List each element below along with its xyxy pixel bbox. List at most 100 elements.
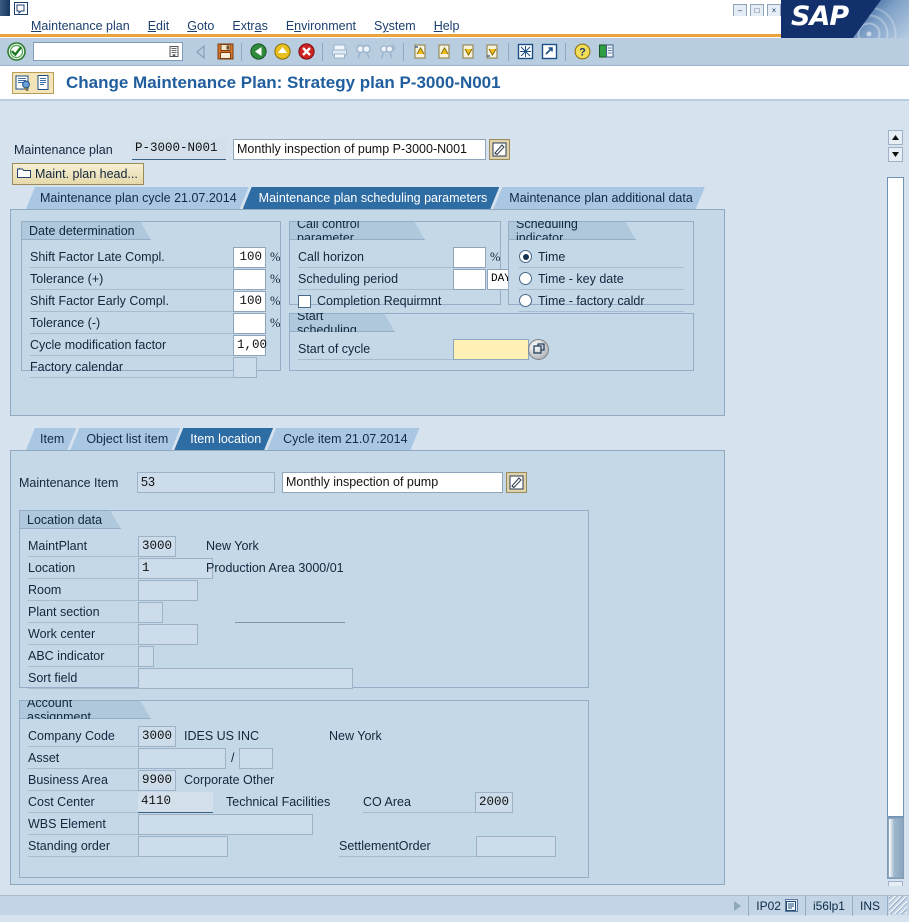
- co-area-label: CO Area: [363, 791, 475, 813]
- shift-factor-early-input[interactable]: 100: [233, 290, 266, 312]
- date-determination-title: Date determination: [21, 221, 151, 240]
- header-scroll-down-button[interactable]: [888, 147, 903, 162]
- menubar[interactable]: Maintenance plan Edit Goto Extras Enviro…: [0, 16, 781, 36]
- factory-calendar-input[interactable]: [233, 356, 257, 378]
- company-code-input[interactable]: 3000: [138, 725, 176, 747]
- maintenance-plan-number-field[interactable]: P-3000-N001: [132, 139, 226, 160]
- resize-grip[interactable]: [889, 896, 907, 914]
- cost-center-input[interactable]: 4110: [138, 791, 213, 813]
- field-tolerance-plus: Tolerance (+) %: [30, 268, 280, 290]
- tab-label: Object list item: [86, 432, 169, 446]
- abc-indicator-input[interactable]: [138, 645, 154, 667]
- help-icon[interactable]: ?: [571, 41, 593, 63]
- menu-help[interactable]: Help: [425, 17, 469, 35]
- scheduling-indicator-title: Scheduling indicator: [508, 221, 636, 240]
- wbs-element-input[interactable]: [138, 813, 313, 835]
- plant-section-input[interactable]: [138, 601, 163, 623]
- screen-title-icons: [12, 71, 54, 94]
- menu-environment[interactable]: Environment: [277, 17, 365, 35]
- content-scrollbar-thumb[interactable]: [888, 818, 903, 878]
- field-completion-requirement: Completion Requirmnt: [298, 290, 441, 312]
- command-field[interactable]: [33, 42, 183, 61]
- save-icon[interactable]: [214, 41, 236, 63]
- shift-factor-late-input[interactable]: 100: [233, 246, 266, 268]
- maintenance-item-description-field[interactable]: Monthly inspection of pump: [282, 472, 503, 493]
- room-input[interactable]: [138, 579, 198, 601]
- radio-time-key-date[interactable]: Time - key date: [519, 268, 684, 290]
- content-scrollbar-thumb-area[interactable]: [887, 817, 904, 879]
- long-text-edit-button[interactable]: [489, 139, 510, 160]
- command-field-dropdown-icon[interactable]: [168, 45, 180, 58]
- standing-order-input[interactable]: [138, 835, 228, 857]
- statusbar-expand-button[interactable]: [727, 896, 748, 916]
- menu-goto[interactable]: Goto: [178, 17, 223, 35]
- radio-time-factory-caldr-button[interactable]: [519, 294, 532, 307]
- asset-subnumber-input[interactable]: [239, 747, 274, 769]
- work-center-input[interactable]: [138, 623, 198, 645]
- first-page-icon[interactable]: [409, 41, 431, 63]
- radio-time[interactable]: Time: [519, 246, 684, 268]
- content-scrollbar-track[interactable]: [887, 177, 904, 817]
- tab-cycle-item[interactable]: Cycle item 21.07.2014: [267, 428, 419, 450]
- menu-maintenance-plan[interactable]: Maintenance plan: [22, 17, 139, 35]
- field-work-center: Work center: [28, 623, 198, 645]
- tab-item[interactable]: Item: [26, 428, 76, 450]
- statusbar-transaction[interactable]: IP02: [748, 895, 805, 916]
- enter-check-icon[interactable]: [5, 41, 27, 63]
- cancel-icon[interactable]: [295, 41, 317, 63]
- location-input[interactable]: 1: [138, 557, 213, 579]
- layout-menu-icon[interactable]: [595, 41, 617, 63]
- field-plant-section: Plant section: [28, 601, 163, 623]
- tab-object-list-item[interactable]: Object list item: [70, 428, 180, 450]
- tolerance-plus-input[interactable]: [233, 268, 266, 290]
- sort-field-input[interactable]: [138, 667, 353, 689]
- header-scroll-up-button[interactable]: [888, 130, 903, 145]
- tab-maintenance-plan-scheduling-parameters[interactable]: Maintenance plan scheduling parameters: [243, 187, 500, 209]
- business-area-input[interactable]: 9900: [138, 769, 176, 791]
- call-horizon-input[interactable]: [453, 246, 486, 268]
- last-page-icon[interactable]: [481, 41, 503, 63]
- asset-input[interactable]: [138, 747, 226, 769]
- tab-label: Maintenance plan scheduling parameters: [258, 191, 488, 205]
- co-area-input[interactable]: 2000: [475, 791, 513, 813]
- maint-plan-head-button[interactable]: Maint. plan head...: [12, 163, 144, 185]
- tab-maintenance-plan-cycle[interactable]: Maintenance plan cycle 21.07.2014: [26, 187, 249, 209]
- statusbar-system[interactable]: i56lp1: [804, 895, 852, 916]
- exit-icon[interactable]: [271, 41, 293, 63]
- scheduling-period-input[interactable]: [453, 268, 486, 290]
- next-page-icon[interactable]: [457, 41, 479, 63]
- item-long-text-edit-button[interactable]: [506, 472, 527, 493]
- radio-time-factory-caldr[interactable]: Time - factory caldr: [519, 290, 684, 312]
- tab-item-location[interactable]: Item location: [174, 428, 273, 450]
- account-assignment-group: Account assignment Company Code 3000 IDE…: [19, 700, 589, 878]
- cycle-modification-factor-input[interactable]: 1,00: [233, 334, 267, 356]
- menu-system[interactable]: System: [365, 17, 425, 35]
- plan-tabstrip[interactable]: Maintenance plan cycle 21.07.2014 Mainte…: [26, 187, 699, 209]
- menu-edit[interactable]: Edit: [139, 17, 179, 35]
- menu-extras[interactable]: Extras: [223, 17, 276, 35]
- tab-maintenance-plan-additional-data[interactable]: Maintenance plan additional data: [493, 187, 704, 209]
- maintplant-input[interactable]: 3000: [138, 535, 176, 557]
- maintenance-item-number-field[interactable]: 53: [137, 472, 275, 493]
- radio-time-key-date-button[interactable]: [519, 272, 532, 285]
- radio-time-button[interactable]: [519, 250, 532, 263]
- maintplant-label: MaintPlant: [28, 535, 138, 557]
- screen-title-bar: Change Maintenance Plan: Strategy plan P…: [0, 66, 909, 101]
- call-object-icon[interactable]: [538, 41, 560, 63]
- previous-page-icon[interactable]: [433, 41, 455, 63]
- settlement-order-input[interactable]: [476, 835, 556, 857]
- header-scrollbar[interactable]: [886, 129, 905, 174]
- cost-center-label: Cost Center: [28, 791, 138, 813]
- transaction-menu-icon[interactable]: [784, 899, 798, 912]
- statusbar-insert-mode[interactable]: INS: [851, 895, 887, 916]
- start-of-cycle-match-code-button[interactable]: [528, 338, 549, 360]
- tolerance-minus-input[interactable]: [233, 312, 266, 334]
- application-toolbar[interactable]: ?: [0, 38, 909, 66]
- tolerance-plus-unit: %: [270, 271, 281, 286]
- completion-requirement-checkbox[interactable]: [298, 294, 311, 308]
- start-of-cycle-input[interactable]: [453, 338, 529, 360]
- maintenance-plan-description-field[interactable]: Monthly inspection of pump P-3000-N001: [233, 139, 486, 160]
- scheduling-icon[interactable]: [514, 41, 536, 63]
- item-tabstrip[interactable]: Item Object list item Item location Cycl…: [26, 428, 414, 450]
- back-icon[interactable]: [247, 41, 269, 63]
